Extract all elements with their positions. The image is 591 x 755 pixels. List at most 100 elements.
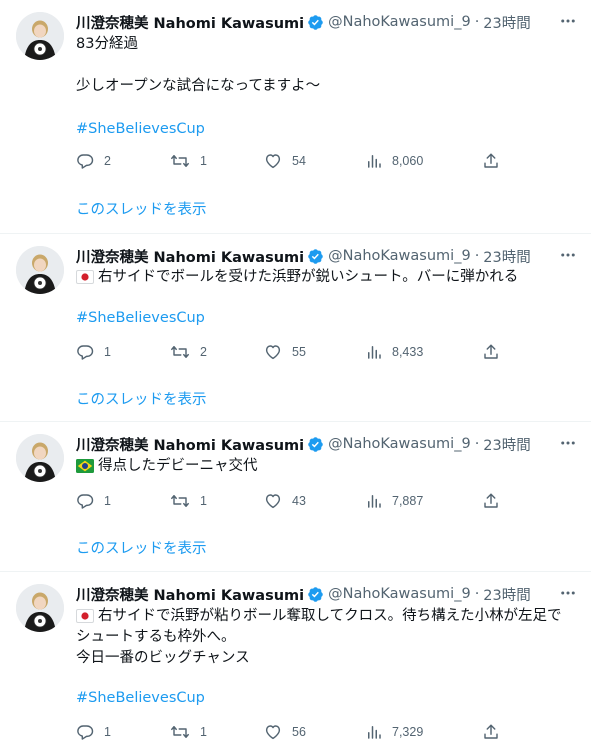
show-thread-link[interactable]: このスレッドを表示 (76, 537, 207, 558)
show-thread-link[interactable]: このスレッドを表示 (76, 388, 207, 409)
separator-dot: · (474, 14, 480, 30)
japan-flag-icon (76, 270, 94, 284)
separator-dot: · (474, 586, 480, 602)
views-button[interactable]: 7,887 (366, 491, 423, 511)
hashtag-link[interactable]: #SheBelievesCup (76, 688, 205, 709)
tweet-4[interactable]: 川澄奈穂美 Nahomi Kawasumi @NahoKawasumi_9 · … (0, 572, 591, 755)
verified-badge-icon (307, 586, 324, 603)
retweet-count: 2 (200, 345, 207, 359)
tweet-header: 川澄奈穂美 Nahomi Kawasumi @NahoKawasumi_9 · … (76, 584, 531, 604)
share-button[interactable] (482, 151, 500, 171)
tweet-text: 右サイドで浜野が粘りボール奪取してクロス。待ち構えた小林が左足で シュートするも… (76, 606, 577, 669)
view-count: 8,433 (392, 345, 424, 359)
reply-count: 1 (104, 345, 111, 359)
views-button[interactable]: 8,433 (366, 342, 423, 362)
reply-count: 1 (104, 725, 111, 739)
retweet-count: 1 (200, 725, 207, 739)
avatar[interactable] (16, 584, 64, 632)
retweet-button[interactable]: 2 (170, 342, 207, 362)
like-button[interactable]: 56 (264, 722, 306, 742)
more-options-icon[interactable] (557, 244, 579, 266)
user-name[interactable]: 川澄奈穂美 Nahomi Kawasumi (76, 12, 304, 33)
retweet-count: 1 (200, 494, 207, 508)
timestamp[interactable]: 23時間 (483, 246, 530, 267)
retweet-icon (170, 723, 190, 741)
user-handle[interactable]: @NahoKawasumi_9 (328, 436, 471, 452)
avatar[interactable] (16, 12, 64, 60)
reply-button[interactable]: 1 (76, 342, 111, 362)
reply-icon (76, 723, 94, 741)
timestamp[interactable]: 23時間 (483, 584, 530, 605)
hashtag-link[interactable]: #SheBelievesCup (76, 308, 205, 329)
reply-button[interactable]: 2 (76, 151, 111, 171)
share-icon (482, 723, 500, 741)
timeline-feed: 川澄奈穂美 Nahomi Kawasumi @NahoKawasumi_9 · … (0, 0, 591, 755)
heart-icon (264, 343, 282, 361)
avatar[interactable] (16, 434, 64, 482)
reply-count: 1 (104, 494, 111, 508)
user-handle[interactable]: @NahoKawasumi_9 (328, 248, 471, 264)
retweet-icon (170, 343, 190, 361)
retweet-button[interactable]: 1 (170, 151, 207, 171)
verified-badge-icon (307, 248, 324, 265)
retweet-count: 1 (200, 154, 207, 168)
text-line (76, 55, 577, 76)
retweet-button[interactable]: 1 (170, 491, 207, 511)
tweet-text: 得点したデビーニャ交代 (76, 456, 577, 477)
show-thread-link[interactable]: このスレッドを表示 (76, 198, 207, 219)
text-line: 右サイドで浜野が粘りボール奪取してクロス。待ち構えた小林が左足で (76, 606, 577, 627)
view-count: 7,329 (392, 725, 424, 739)
like-count: 56 (292, 725, 306, 739)
verified-badge-icon (307, 14, 324, 31)
tweet-header: 川澄奈穂美 Nahomi Kawasumi @NahoKawasumi_9 · … (76, 246, 531, 266)
bar-chart-icon (366, 723, 382, 741)
user-handle[interactable]: @NahoKawasumi_9 (328, 14, 471, 30)
text-line-content: 右サイドで浜野が粘りボール奪取してクロス。待ち構えた小林が左足で (98, 608, 562, 624)
bar-chart-icon (366, 492, 382, 510)
share-button[interactable] (482, 342, 500, 362)
like-button[interactable]: 55 (264, 342, 306, 362)
tweet-2[interactable]: 川澄奈穂美 Nahomi Kawasumi @NahoKawasumi_9 · … (0, 234, 591, 422)
more-options-icon[interactable] (557, 432, 579, 454)
share-icon (482, 492, 500, 510)
tweet-header: 川澄奈穂美 Nahomi Kawasumi @NahoKawasumi_9 · … (76, 12, 531, 32)
text-line: シュートするも枠外へ。 (76, 629, 236, 645)
user-name[interactable]: 川澄奈穂美 Nahomi Kawasumi (76, 246, 304, 267)
user-name[interactable]: 川澄奈穂美 Nahomi Kawasumi (76, 434, 304, 455)
views-button[interactable]: 7,329 (366, 722, 423, 742)
view-count: 7,887 (392, 494, 424, 508)
tweet-3[interactable]: 川澄奈穂美 Nahomi Kawasumi @NahoKawasumi_9 · … (0, 422, 591, 572)
hashtag-link[interactable]: #SheBelievesCup (76, 119, 205, 140)
share-button[interactable] (482, 722, 500, 742)
retweet-icon (170, 152, 190, 170)
reply-button[interactable]: 1 (76, 722, 111, 742)
views-button[interactable]: 8,060 (366, 151, 423, 171)
like-button[interactable]: 43 (264, 491, 306, 511)
like-count: 43 (292, 494, 306, 508)
avatar[interactable] (16, 246, 64, 294)
share-button[interactable] (482, 491, 500, 511)
tweet-1[interactable]: 川澄奈穂美 Nahomi Kawasumi @NahoKawasumi_9 · … (0, 0, 591, 234)
timestamp[interactable]: 23時間 (483, 434, 530, 455)
tweet-text: 右サイドでボールを受けた浜野が鋭いシュート。バーに弾かれる (76, 267, 577, 288)
tweet-actions: 2 1 54 8,060 (76, 151, 498, 171)
tweet-header: 川澄奈穂美 Nahomi Kawasumi @NahoKawasumi_9 · … (76, 434, 531, 454)
share-icon (482, 152, 500, 170)
reply-button[interactable]: 1 (76, 491, 111, 511)
like-count: 54 (292, 154, 306, 168)
like-button[interactable]: 54 (264, 151, 306, 171)
japan-flag-icon (76, 609, 94, 623)
retweet-icon (170, 492, 190, 510)
share-icon (482, 343, 500, 361)
more-options-icon[interactable] (557, 582, 579, 604)
like-count: 55 (292, 345, 306, 359)
user-handle[interactable]: @NahoKawasumi_9 (328, 586, 471, 602)
bar-chart-icon (366, 343, 382, 361)
bar-chart-icon (366, 152, 382, 170)
more-options-icon[interactable] (557, 10, 579, 32)
timestamp[interactable]: 23時間 (483, 12, 530, 33)
text-line-content: 右サイドでボールを受けた浜野が鋭いシュート。バーに弾かれる (98, 269, 519, 285)
user-name[interactable]: 川澄奈穂美 Nahomi Kawasumi (76, 584, 304, 605)
retweet-button[interactable]: 1 (170, 722, 207, 742)
reply-icon (76, 152, 94, 170)
